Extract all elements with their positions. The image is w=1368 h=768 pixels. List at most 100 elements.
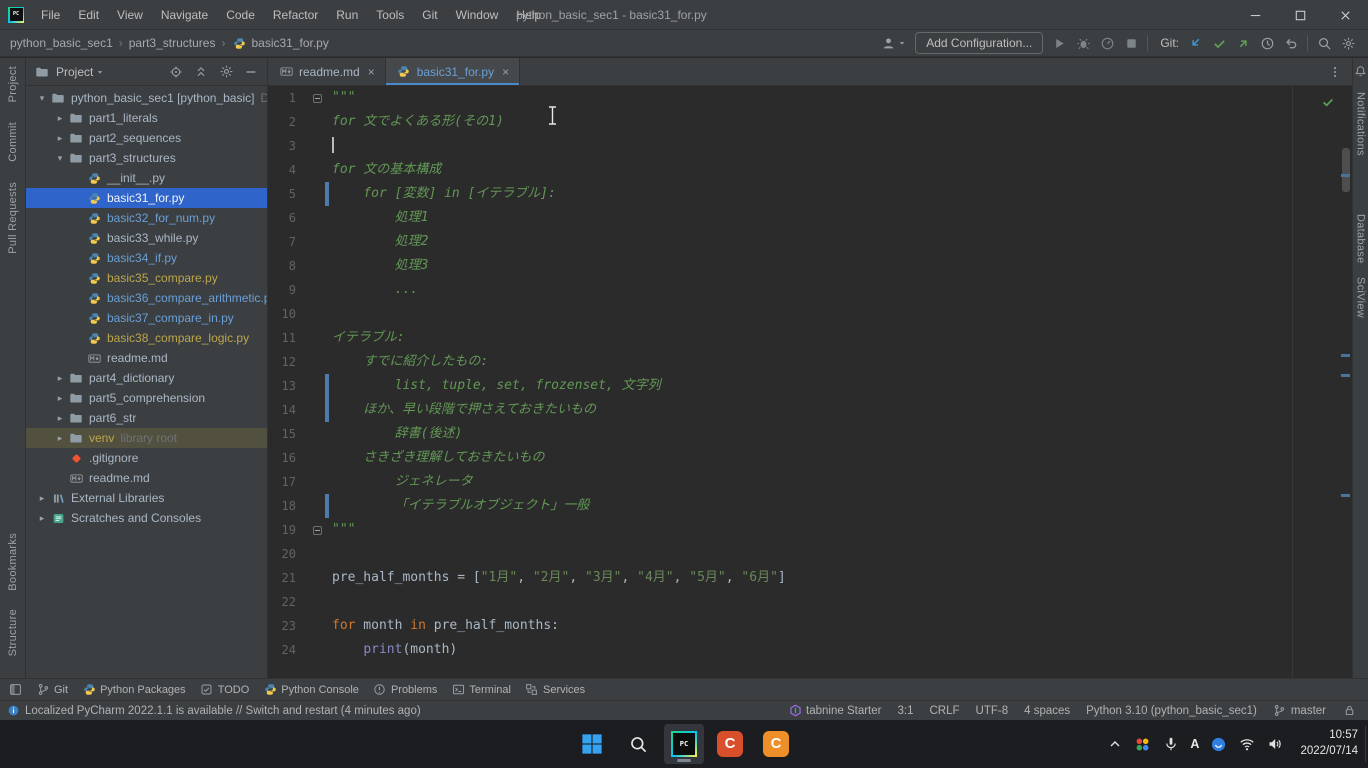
start-button[interactable] [572,724,612,764]
gutter[interactable]: 20 [268,542,332,566]
tab-basic31-for-py[interactable]: basic31_for.py× [386,58,520,85]
tree-item-gitignore[interactable]: .gitignore [26,448,267,468]
tree-item-basic33-while-py[interactable]: basic33_while.py [26,228,267,248]
panel-settings-icon[interactable] [218,64,234,80]
gutter[interactable]: 16 [268,446,332,470]
tray-overflow-icon[interactable] [1106,736,1123,753]
fold-marker-icon[interactable] [313,94,322,103]
tree-item-basic31-for-py[interactable]: basic31_for.py [26,188,267,208]
close-tab-icon[interactable]: × [502,66,509,78]
tree-item-basic35-compare-py[interactable]: basic35_compare.py [26,268,267,288]
git-update-button[interactable] [1187,35,1203,51]
gutter[interactable]: 15 [268,422,332,446]
chevron-right-icon[interactable]: ▸ [52,373,68,384]
stop-button[interactable] [1123,35,1139,51]
change-marker[interactable] [325,182,329,206]
chevron-down-icon[interactable]: ▾ [52,153,68,164]
status-git-branch[interactable]: master [1273,704,1326,718]
tree-item-init-py[interactable]: __init__.py [26,168,267,188]
profile-button[interactable] [880,35,907,51]
tree-item-part4-dictionary[interactable]: ▸part4_dictionary [26,368,267,388]
git-push-button[interactable] [1235,35,1251,51]
tree-item-basic37-compare-in-py[interactable]: basic37_compare_in.py [26,308,267,328]
tree-item-basic32-for-num-py[interactable]: basic32_for_num.py [26,208,267,228]
gutter[interactable]: 17 [268,470,332,494]
menu-edit[interactable]: Edit [69,0,108,30]
gutter[interactable]: 19 [268,518,332,542]
menu-file[interactable]: File [32,0,69,30]
gutter[interactable]: 21 [268,566,332,590]
tree-item-external-libraries[interactable]: ▸External Libraries [26,488,267,508]
tree-item-part2-sequences[interactable]: ▸part2_sequences [26,128,267,148]
tree-item-scratches-and-consoles[interactable]: ▸Scratches and Consoles [26,508,267,528]
maximize-button[interactable] [1278,0,1323,30]
gutter[interactable]: 23 [268,614,332,638]
taskbar-search-button[interactable] [618,724,658,764]
status-line-separator[interactable]: CRLF [929,705,959,717]
history-button[interactable] [1259,35,1275,51]
search-everywhere-button[interactable] [1316,35,1332,51]
breadcrumb-item-basic31-for-py[interactable]: basic31_for.py [231,35,328,51]
tree-item-python-basic-sec1-python-basic[interactable]: ▾python_basic_sec1 [python_basic]D:\... [26,88,267,108]
gutter[interactable]: 18 [268,494,332,518]
status-lock[interactable] [1342,704,1356,718]
gutter[interactable]: 22 [268,590,332,614]
breadcrumb-item-part3-structures[interactable]: part3_structures [129,36,216,50]
tree-item-basic38-compare-logic-py[interactable]: basic38_compare_logic.py [26,328,267,348]
code-editor[interactable]: 1"""2for 文でよくある形(その1)34for 文の基本構成5 for [… [268,86,1352,678]
project-panel-title[interactable]: Project [56,65,93,79]
status-message[interactable]: Localized PyCharm 2022.1.1 is available … [25,705,421,717]
change-stripe-mark[interactable] [1341,174,1350,177]
tray-blue-app-icon[interactable] [1210,736,1227,753]
close-button[interactable] [1323,0,1368,30]
chevron-right-icon[interactable]: ▸ [52,433,68,444]
taskbar-clock[interactable]: 10:57 2022/07/14 [1300,728,1358,759]
gutter[interactable]: 11 [268,326,332,350]
gutter[interactable]: 1 [268,86,332,110]
status-indent[interactable]: 4 spaces [1024,705,1070,717]
tool-stripe-database[interactable]: Database [1355,214,1367,264]
profiler-button[interactable] [1099,35,1115,51]
chevron-down-icon[interactable] [95,64,105,80]
status-caret-position[interactable]: 3:1 [897,705,913,717]
tool-window-switcher-icon[interactable] [8,683,22,697]
change-stripe-mark[interactable] [1341,494,1350,497]
tree-item-basic34-if-py[interactable]: basic34_if.py [26,248,267,268]
status-tabnine[interactable]: tabnine Starter [788,704,881,718]
chevron-right-icon[interactable]: ▸ [34,493,50,504]
inspections-ok-icon[interactable] [1320,94,1336,110]
project-tree[interactable]: ▾python_basic_sec1 [python_basic]D:\... ▸… [26,86,267,678]
toolwindow-button-terminal[interactable]: Terminal [451,683,511,697]
menu-window[interactable]: Window [447,0,508,30]
volume-icon[interactable] [1266,736,1283,753]
tab-readme-md[interactable]: readme.md× [268,58,386,85]
tree-item-readme-md[interactable]: readme.md [26,348,267,368]
tree-item-part5-comprehension[interactable]: ▸part5_comprehension [26,388,267,408]
rollback-button[interactable] [1283,35,1299,51]
tool-stripe-structure[interactable]: Structure [7,609,19,656]
change-marker[interactable] [325,398,329,422]
chevron-right-icon[interactable]: ▸ [52,393,68,404]
chevron-right-icon[interactable]: ▸ [52,413,68,424]
menu-tools[interactable]: Tools [367,0,413,30]
ime-indicator[interactable]: A [1190,737,1199,751]
toolwindow-button-services[interactable]: Services [525,683,585,697]
gutter[interactable]: 7 [268,230,332,254]
tool-stripe-project[interactable]: Project [7,66,19,102]
change-marker[interactable] [325,374,329,398]
tab-options-button[interactable] [1318,58,1352,85]
menu-view[interactable]: View [108,0,152,30]
toolwindow-button-python-packages[interactable]: Python Packages [82,683,186,697]
settings-button[interactable] [1340,35,1356,51]
menu-code[interactable]: Code [217,0,264,30]
tool-stripe-pull-requests[interactable]: Pull Requests [7,182,19,254]
tool-stripe-commit[interactable]: Commit [7,122,19,162]
menu-navigate[interactable]: Navigate [152,0,217,30]
taskbar-pycharm-button[interactable]: PC [664,724,704,764]
wifi-icon[interactable] [1238,736,1255,753]
status-encoding[interactable]: UTF-8 [976,705,1009,717]
taskbar-app-c2-button[interactable]: C [756,724,796,764]
toolwindow-button-todo[interactable]: TODO [200,683,250,697]
tree-item-part6-str[interactable]: ▸part6_str [26,408,267,428]
tool-stripe-notifications[interactable]: Notifications [1355,92,1367,156]
